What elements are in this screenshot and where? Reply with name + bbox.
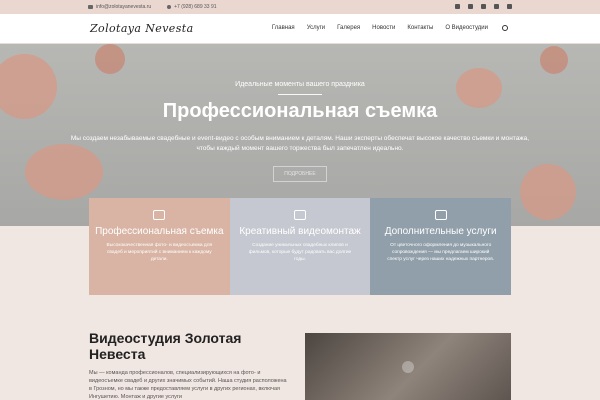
floral-decoration-icon [95,44,125,74]
card-title: Профессиональная съемка [95,226,224,237]
hero-description: Мы создаем незабываемые свадебные и even… [70,135,530,152]
about-title: Видеостудия Золотая Невеста [89,330,242,362]
menu-item-contacts[interactable]: Контакты [407,25,433,31]
card-text: От цветочного оформления до музыкального… [387,243,495,262]
card-text: Высококачественная фото- и видеосъемка д… [106,243,213,262]
card-text: Создание уникальных свадебных клипов и ф… [248,243,352,262]
details-button[interactable]: ПОДРОБНЕЕ [273,166,327,182]
email-text[interactable]: info@zolotayanevesta.ru [96,4,151,10]
phone-icon [167,5,172,9]
hero-kicker: Идеальные моменты вашего праздника [235,81,365,88]
card-title: Дополнительные услуги [384,226,497,237]
site-logo[interactable]: Zolotaya Nevesta [90,22,194,35]
whatsapp-icon[interactable] [481,4,486,9]
youtube-icon[interactable] [507,4,512,9]
facebook-icon[interactable] [455,4,460,9]
card-video-editing[interactable]: Креативный видеомонтаж Создание уникальн… [229,198,371,295]
social-links [455,4,512,9]
menu-item-services[interactable]: Услуги [307,25,325,31]
floral-decoration-icon [540,46,568,74]
card-professional-shooting[interactable]: Профессиональная съемка Высококачественн… [89,198,230,295]
contact-info: info@zolotayanevesta.ru +7 (928) 689 33 … [88,4,217,10]
menu-item-news[interactable]: Новости [372,25,395,31]
phone-contact[interactable]: +7 (928) 689 33 91 [167,4,217,10]
service-cards: Профессиональная съемка Высококачественн… [89,198,512,295]
vk-icon[interactable] [468,4,473,9]
menu-item-about[interactable]: О Видеостудии [445,25,488,31]
camera-icon [153,210,166,220]
menu-item-home[interactable]: Главная [272,25,295,31]
top-contact-bar: info@zolotayanevesta.ru +7 (928) 689 33 … [0,0,600,14]
mail-icon [88,5,93,9]
hero-divider [278,94,322,95]
floral-decoration-icon [520,164,576,220]
email-contact[interactable]: info@zolotayanevesta.ru [88,4,151,10]
search-icon[interactable] [502,25,508,31]
leaf-icon [434,210,447,220]
video-camera-icon [294,210,306,220]
menu: Главная Услуги Галерея Новости Контакты … [272,25,508,31]
about-text: Мы — команда профессионалов, специализир… [89,370,287,400]
wedding-rings-photo[interactable] [305,333,511,400]
main-navigation: Zolotaya Nevesta Главная Услуги Галерея … [0,14,600,44]
play-icon[interactable] [402,361,414,373]
menu-item-gallery[interactable]: Галерея [337,25,360,31]
card-additional-services[interactable]: Дополнительные услуги От цветочного офор… [370,198,512,295]
card-title: Креативный видеомонтаж [239,226,361,237]
about-section: Видеостудия Золотая Невеста Мы — команда… [89,330,299,400]
instagram-icon[interactable] [494,4,499,9]
phone-text[interactable]: +7 (928) 689 33 91 [174,4,216,10]
hero-title: Профессиональная съемка [162,100,438,122]
